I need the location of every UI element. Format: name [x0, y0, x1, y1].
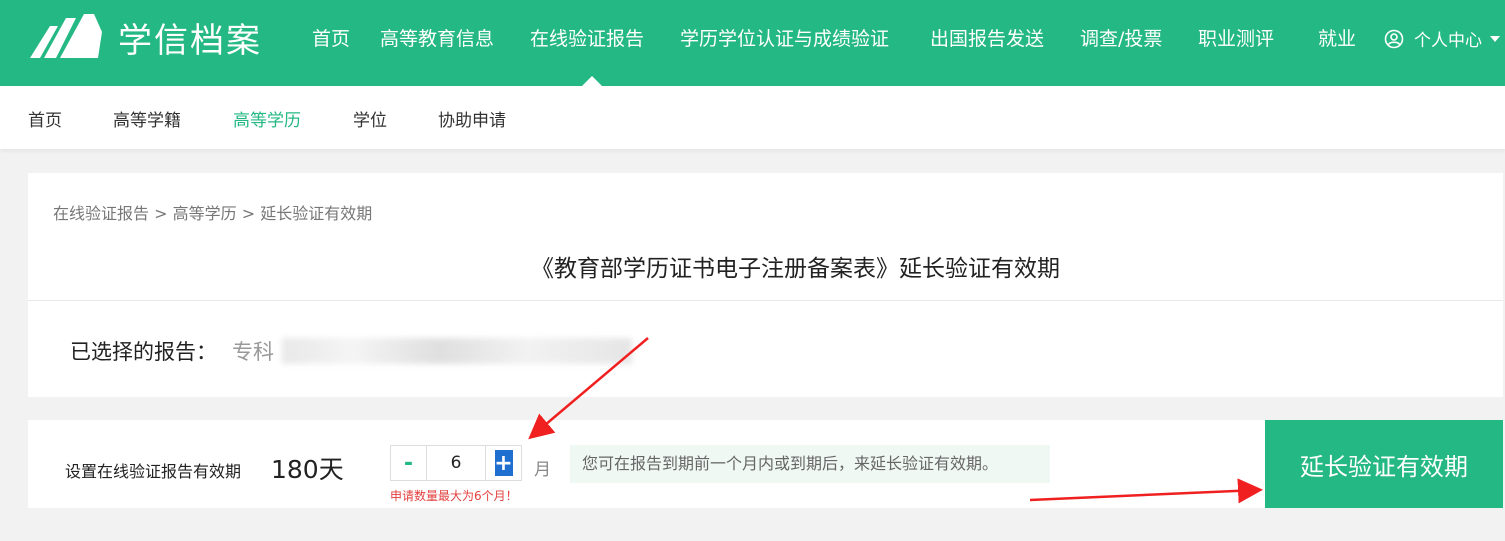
subnav-item-student-status[interactable]: 高等学籍: [113, 106, 181, 131]
nav-item-overseas-report[interactable]: 出国报告发送: [930, 24, 1044, 51]
subnav-item-degree[interactable]: 学位: [353, 106, 387, 131]
top-navbar: 学信档案 首页 高等教育信息 在线验证报告 学历学位认证与成绩验证 出国报告发送…: [0, 0, 1505, 86]
nav-item-survey-vote[interactable]: 调查/投票: [1080, 24, 1162, 51]
nav-item-employment[interactable]: 就业: [1318, 24, 1356, 51]
report-info-card: 在线验证报告 > 高等学历 > 延长验证有效期 《教育部学历证书电子注册备案表》…: [28, 173, 1503, 397]
chevron-down-icon: [1490, 35, 1500, 42]
extend-validity-button[interactable]: 延长验证有效期: [1265, 420, 1503, 508]
month-unit-label: 月: [534, 460, 551, 480]
page-title: 《教育部学历证书电子注册备案表》延长验证有效期: [531, 256, 1060, 282]
logo-icon: [30, 14, 102, 58]
divider: [28, 300, 1503, 301]
max-months-note: 申请数量最大为6个月！: [390, 489, 518, 503]
brand-name: 学信档案: [118, 20, 262, 61]
user-menu-label: 个人中心: [1414, 31, 1482, 51]
validity-label: 设置在线验证报告有效期: [65, 462, 242, 481]
subnav-item-academic-record[interactable]: 高等学历: [233, 106, 301, 131]
breadcrumb-separator: >: [241, 204, 256, 223]
selected-report-label: 已选择的报告：: [70, 340, 217, 364]
active-nav-indicator: [582, 76, 602, 86]
nav-item-career-assessment[interactable]: 职业测评: [1198, 24, 1274, 51]
user-circle-icon: [1384, 29, 1404, 48]
sub-navbar: 首页 高等学籍 高等学历 学位 协助申请: [0, 86, 1505, 149]
user-menu[interactable]: 个人中心: [1384, 26, 1500, 51]
nav-item-online-verification-report[interactable]: 在线验证报告: [530, 24, 644, 51]
month-quantity-input[interactable]: [427, 446, 485, 480]
subnav-item-home[interactable]: 首页: [28, 106, 62, 131]
selected-report-value: 专科: [232, 340, 274, 364]
redacted-text: [282, 338, 632, 364]
nav-item-home[interactable]: 首页: [312, 24, 350, 51]
increment-button[interactable]: +: [485, 446, 521, 480]
nav-item-degree-certification[interactable]: 学历学位认证与成绩验证: [680, 24, 889, 51]
breadcrumb-item-current: 延长验证有效期: [260, 204, 373, 223]
decrement-button[interactable]: -: [391, 446, 427, 480]
breadcrumb-item-academic-record[interactable]: 高等学历: [173, 204, 237, 223]
breadcrumb: 在线验证报告 > 高等学历 > 延长验证有效期: [53, 200, 372, 224]
breadcrumb-item-online-report[interactable]: 在线验证报告: [53, 204, 149, 223]
extension-hint: 您可在报告到期前一个月内或到期后，来延长验证有效期。: [570, 445, 1050, 483]
breadcrumb-separator: >: [154, 204, 168, 223]
subnav-item-assist-application[interactable]: 协助申请: [438, 106, 506, 131]
validity-settings-card: 设置在线验证报告有效期 180天 - + 月 申请数量最大为6个月！ 您可在报告…: [28, 420, 1503, 508]
month-stepper: - +: [390, 445, 522, 481]
nav-item-higher-education-info[interactable]: 高等教育信息: [380, 24, 494, 51]
validity-value: 180天: [271, 455, 344, 484]
logo[interactable]: 学信档案: [28, 12, 262, 62]
